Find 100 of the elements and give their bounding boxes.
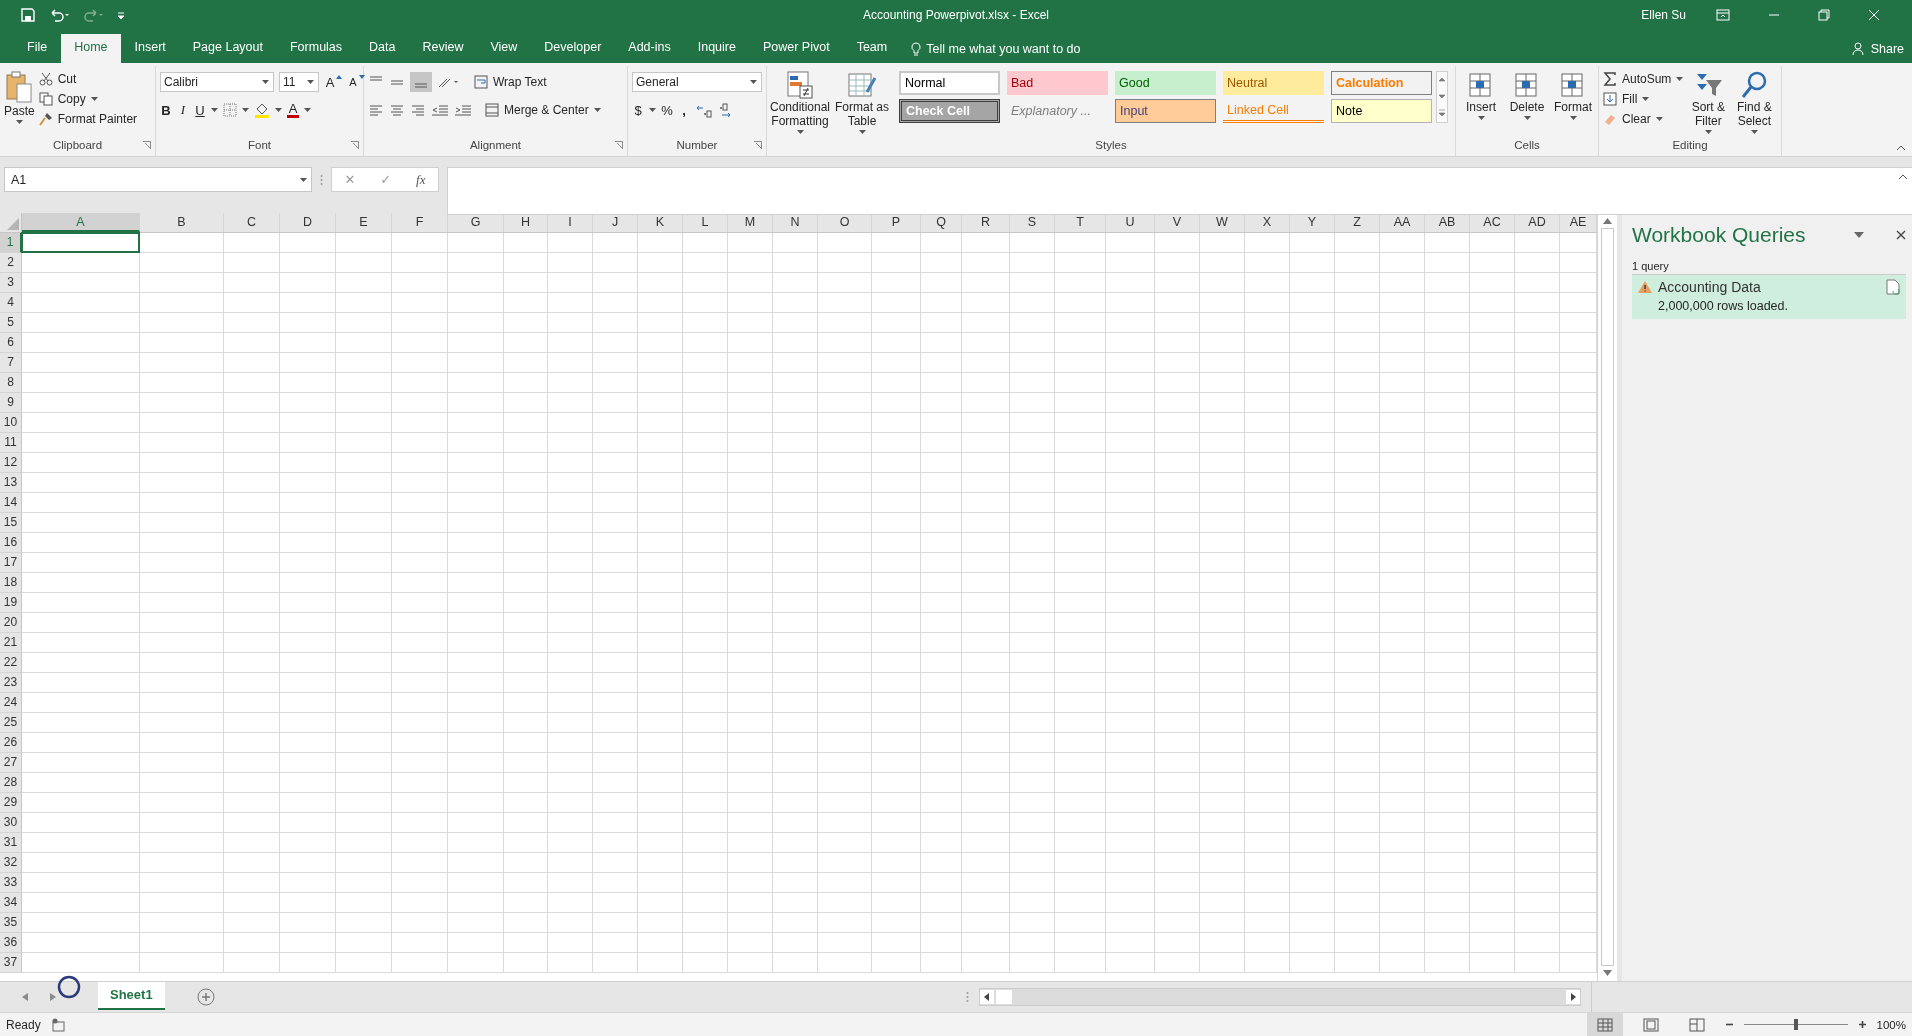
sort-filter-button[interactable]: Sort & Filter (1687, 68, 1730, 134)
row-header[interactable]: 16 (0, 533, 22, 553)
column-header[interactable]: D (280, 213, 336, 232)
caret-icon[interactable] (211, 108, 218, 112)
row-header[interactable]: 12 (0, 453, 22, 473)
ribbon-tab[interactable]: View (477, 34, 531, 63)
row-header[interactable]: 25 (0, 713, 22, 733)
ribbon-tab[interactable]: Home (61, 34, 121, 63)
row-header[interactable]: 18 (0, 573, 22, 593)
cell-style-option[interactable]: Bad (1007, 71, 1108, 95)
cell-style-option[interactable]: Explanatory ... (1007, 99, 1108, 123)
column-header[interactable]: AC (1470, 213, 1515, 232)
column-header[interactable]: W (1200, 213, 1245, 232)
percent-button[interactable]: % (661, 102, 673, 118)
row-header[interactable]: 4 (0, 293, 22, 313)
pane-options-caret-icon[interactable] (1854, 232, 1864, 238)
font-name-dropdown[interactable]: Calibri (160, 72, 274, 92)
bold-button[interactable]: B (160, 102, 172, 118)
zoom-level[interactable]: 100% (1876, 1018, 1906, 1031)
column-header[interactable]: S (1010, 213, 1055, 232)
row-header[interactable]: 33 (0, 873, 22, 893)
column-header[interactable]: I (548, 213, 593, 232)
cells-button[interactable]: Format (1552, 68, 1594, 120)
column-header[interactable]: AB (1425, 213, 1470, 232)
italic-button[interactable]: I (177, 102, 189, 118)
column-header[interactable]: O (818, 213, 872, 232)
column-header[interactable]: V (1155, 213, 1200, 232)
row-header[interactable]: 32 (0, 853, 22, 873)
caret-icon[interactable] (649, 108, 656, 112)
dialog-launcher-icon[interactable] (143, 141, 151, 149)
row-header[interactable]: 6 (0, 333, 22, 353)
close-icon[interactable] (1896, 230, 1906, 240)
document-refresh-icon[interactable] (1886, 279, 1900, 295)
ribbon-tab[interactable]: Power Pivot (749, 34, 843, 63)
cut-button[interactable]: Cut (38, 70, 138, 87)
splitter-handle-icon[interactable] (966, 991, 969, 1003)
ribbon-tab[interactable]: Data (356, 34, 409, 63)
row-header[interactable]: 23 (0, 673, 22, 693)
fill-button[interactable]: Fill (1603, 90, 1684, 107)
redo-icon[interactable] (82, 7, 104, 23)
caret-icon[interactable] (304, 108, 311, 112)
cell-style-option[interactable]: Good (1115, 71, 1216, 95)
column-header[interactable]: M (728, 213, 773, 232)
row-header[interactable]: 30 (0, 813, 22, 833)
ribbon-tab[interactable]: Inquire (684, 34, 749, 63)
wrap-text-button[interactable]: Wrap Text (474, 73, 547, 91)
row-header[interactable]: 28 (0, 773, 22, 793)
splitter-handle-icon[interactable] (320, 174, 323, 186)
paste-button[interactable]: Paste (4, 68, 35, 124)
caret-icon[interactable] (275, 108, 282, 112)
underline-button[interactable]: U (194, 102, 206, 118)
font-size-dropdown[interactable]: 11 (279, 72, 319, 92)
autosum-button[interactable]: AutoSum (1603, 70, 1684, 87)
column-header[interactable]: F (392, 213, 448, 232)
caret-icon[interactable] (242, 108, 249, 112)
scroll-down-icon[interactable] (1603, 970, 1612, 976)
increase-font-button[interactable]: A (324, 74, 336, 90)
column-header[interactable]: A (22, 213, 140, 232)
scroll-right-icon[interactable] (1566, 990, 1580, 1004)
row-header[interactable]: 27 (0, 753, 22, 773)
column-header[interactable]: K (638, 213, 683, 232)
add-sheet-icon[interactable] (196, 988, 215, 1006)
currency-button[interactable]: $ (632, 102, 644, 118)
comma-button[interactable]: , (678, 102, 690, 118)
decrease-font-button[interactable]: A (347, 76, 359, 88)
share-button[interactable]: Share (1851, 34, 1912, 63)
ribbon-display-icon[interactable] (1716, 9, 1730, 21)
ribbon-tab[interactable]: Team (843, 34, 901, 63)
collapse-formula-bar-icon[interactable] (1898, 173, 1908, 181)
align-right-icon[interactable] (410, 103, 426, 117)
column-header[interactable]: AA (1380, 213, 1425, 232)
column-header[interactable]: U (1106, 213, 1155, 232)
row-header[interactable]: 19 (0, 593, 22, 613)
column-header[interactable]: H (504, 213, 548, 232)
ribbon-tab[interactable]: Add-ins (615, 34, 684, 63)
sheet-tab[interactable]: Sheet1 (98, 982, 165, 1010)
column-header[interactable]: T (1055, 213, 1106, 232)
next-sheet-icon[interactable] (50, 993, 56, 1001)
row-header[interactable]: 20 (0, 613, 22, 633)
row-header[interactable]: 1 (0, 233, 22, 253)
row-header[interactable]: 3 (0, 273, 22, 293)
column-header[interactable]: X (1245, 213, 1290, 232)
save-icon[interactable] (20, 7, 36, 23)
row-header[interactable]: 24 (0, 693, 22, 713)
format-painter-button[interactable]: Format Painter (38, 110, 138, 127)
row-header[interactable]: 7 (0, 353, 22, 373)
undo-icon[interactable] (48, 7, 70, 23)
align-bottom-icon[interactable] (410, 72, 432, 92)
scroll-left-icon[interactable] (980, 990, 994, 1004)
format-as-table-button[interactable]: Format as Table (833, 68, 891, 134)
ribbon-tab[interactable]: Developer (531, 34, 615, 63)
normal-view-button[interactable] (1586, 1013, 1623, 1036)
cells-button[interactable]: Insert (1460, 68, 1502, 120)
ribbon-tab[interactable]: Formulas (276, 34, 356, 63)
cell-style-option[interactable]: Neutral (1223, 71, 1324, 95)
horizontal-scrollbar[interactable] (979, 988, 1581, 1006)
copy-button[interactable]: Copy (38, 90, 138, 107)
align-center-icon[interactable] (389, 103, 405, 117)
restore-icon[interactable] (1818, 9, 1830, 21)
row-header[interactable]: 17 (0, 553, 22, 573)
